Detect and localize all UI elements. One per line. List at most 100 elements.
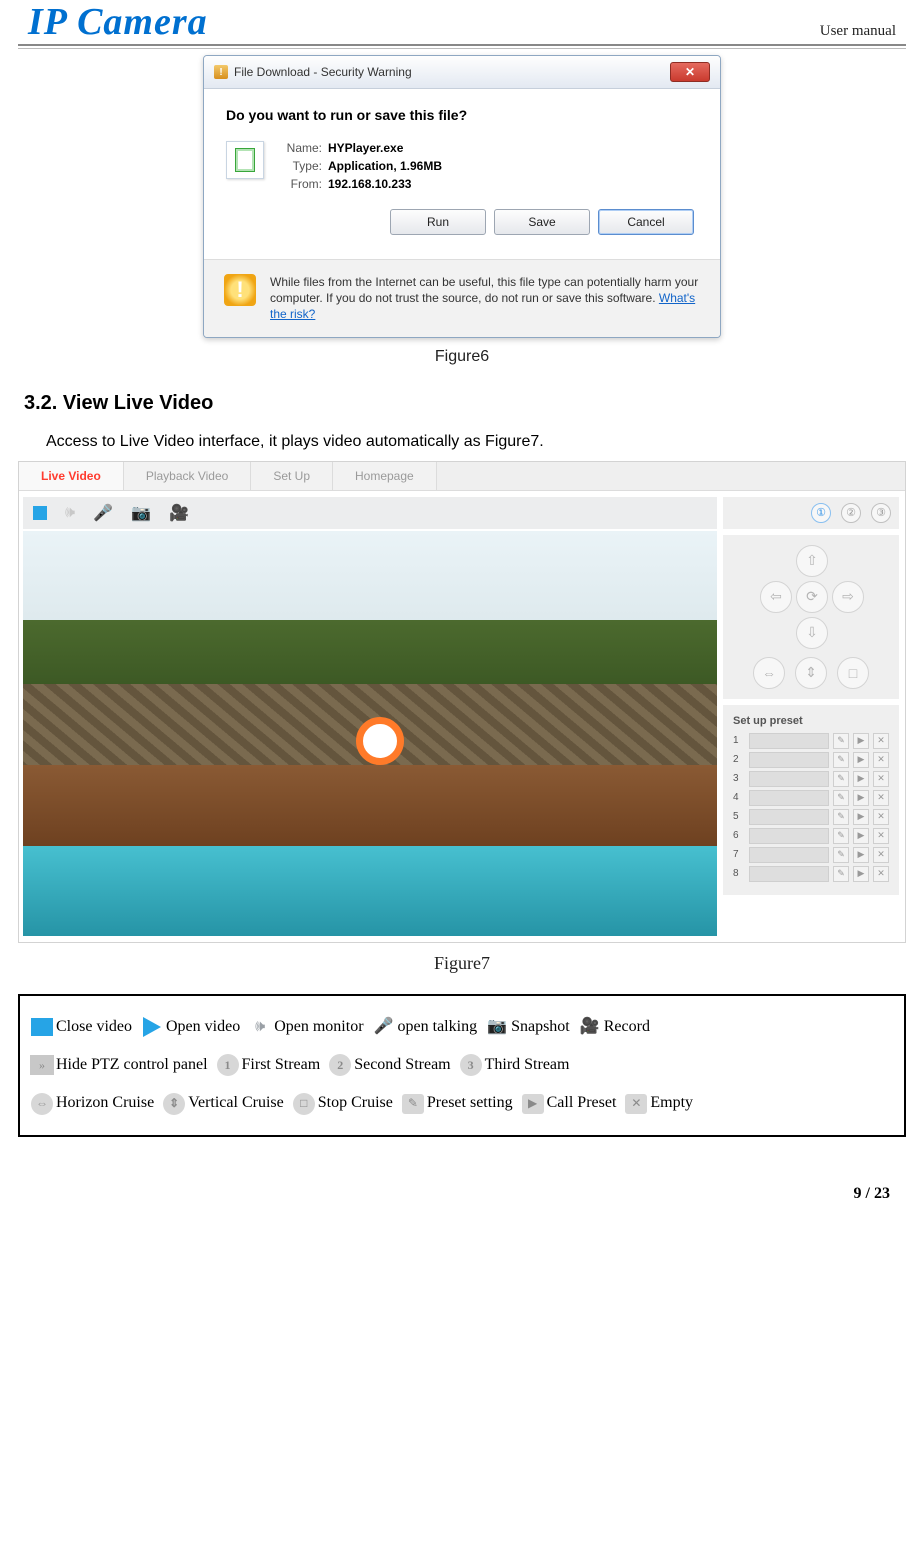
type-label: Type: bbox=[274, 159, 322, 173]
legend-vertical-cruise: Vertical Cruise bbox=[188, 1084, 284, 1122]
preset-num: 8 bbox=[733, 868, 745, 879]
preset-set-icon[interactable]: ✎ bbox=[833, 847, 849, 863]
preset-input[interactable] bbox=[749, 790, 829, 806]
preset-input[interactable] bbox=[749, 809, 829, 825]
preset-input[interactable] bbox=[749, 752, 829, 768]
legend-close-video: Close video bbox=[56, 1008, 132, 1046]
preset-call-icon[interactable]: ▶ bbox=[853, 828, 869, 844]
legend-open-talking: open talking bbox=[398, 1008, 478, 1046]
snapshot-icon: 📷 bbox=[485, 1016, 509, 1038]
preset-set-icon[interactable]: ✎ bbox=[833, 828, 849, 844]
dialog-question: Do you want to run or save this file? bbox=[226, 107, 698, 123]
legend-record: Record bbox=[604, 1008, 650, 1046]
camera-icon[interactable]: 📷 bbox=[131, 503, 151, 523]
preset-input[interactable] bbox=[749, 847, 829, 863]
preset-input[interactable] bbox=[749, 733, 829, 749]
stream-1-button[interactable]: ① bbox=[811, 503, 831, 523]
ptz-down-button[interactable]: ⇩ bbox=[796, 617, 828, 649]
preset-set-icon[interactable]: ✎ bbox=[833, 790, 849, 806]
preset-set-icon[interactable]: ✎ bbox=[833, 733, 849, 749]
legend-open-video: Open video bbox=[166, 1008, 240, 1046]
preset-clear-icon[interactable]: ✕ bbox=[873, 866, 889, 882]
preset-input[interactable] bbox=[749, 866, 829, 882]
preset-call-icon[interactable]: ▶ bbox=[853, 733, 869, 749]
preset-setting-icon: ✎ bbox=[402, 1094, 424, 1114]
tab-playback-video[interactable]: Playback Video bbox=[124, 462, 252, 490]
preset-call-icon[interactable]: ▶ bbox=[853, 790, 869, 806]
legend-snapshot: Snapshot bbox=[511, 1008, 570, 1046]
legend-call-preset: Call Preset bbox=[547, 1084, 617, 1122]
ptz-right-button[interactable]: ⇨ bbox=[832, 581, 864, 613]
preset-num: 5 bbox=[733, 811, 745, 822]
preset-set-icon[interactable]: ✎ bbox=[833, 752, 849, 768]
preset-set-icon[interactable]: ✎ bbox=[833, 809, 849, 825]
file-icon bbox=[226, 141, 264, 179]
from-value: 192.168.10.233 bbox=[328, 177, 411, 191]
stop-cruise-button[interactable]: □ bbox=[837, 657, 869, 689]
ptz-up-button[interactable]: ⇧ bbox=[796, 545, 828, 577]
preset-call-icon[interactable]: ▶ bbox=[853, 847, 869, 863]
preset-num: 1 bbox=[733, 735, 745, 746]
legend-empty: Empty bbox=[650, 1084, 693, 1122]
legend-stop-cruise: Stop Cruise bbox=[318, 1084, 393, 1122]
preset-clear-icon[interactable]: ✕ bbox=[873, 733, 889, 749]
close-icon: ✕ bbox=[685, 65, 695, 79]
figure6-caption: Figure6 bbox=[18, 348, 906, 366]
stop-icon[interactable] bbox=[33, 506, 47, 520]
header-right: User manual bbox=[820, 23, 896, 44]
name-label: Name: bbox=[274, 141, 322, 155]
legend-open-monitor: Open monitor bbox=[274, 1008, 363, 1046]
preset-call-icon[interactable]: ▶ bbox=[853, 771, 869, 787]
preset-call-icon[interactable]: ▶ bbox=[853, 809, 869, 825]
intro-text: Access to Live Video interface, it plays… bbox=[46, 433, 906, 451]
stream-3-button[interactable]: ③ bbox=[871, 503, 891, 523]
preset-clear-icon[interactable]: ✕ bbox=[873, 828, 889, 844]
legend-first-stream: First Stream bbox=[242, 1046, 321, 1084]
preset-set-icon[interactable]: ✎ bbox=[833, 866, 849, 882]
tab-homepage[interactable]: Homepage bbox=[333, 462, 437, 490]
tab-live-video[interactable]: Live Video bbox=[19, 462, 124, 490]
name-value: HYPlayer.exe bbox=[328, 141, 403, 155]
type-value: Application, 1.96MB bbox=[328, 159, 442, 173]
mic-icon[interactable]: 🎤 bbox=[93, 503, 113, 523]
preset-call-icon[interactable]: ▶ bbox=[853, 866, 869, 882]
run-button[interactable]: Run bbox=[390, 209, 486, 235]
preset-call-icon[interactable]: ▶ bbox=[853, 752, 869, 768]
preset-set-icon[interactable]: ✎ bbox=[833, 771, 849, 787]
legend-box: Close video Open video 🕪Open monitor 🎤op… bbox=[18, 994, 906, 1137]
third-stream-icon: 3 bbox=[460, 1054, 482, 1076]
horizon-cruise-button[interactable]: ⇔ bbox=[753, 657, 785, 689]
live-video-interface: Live Video Playback Video Set Up Homepag… bbox=[18, 461, 906, 943]
preset-input[interactable] bbox=[749, 771, 829, 787]
preset-num: 4 bbox=[733, 792, 745, 803]
preset-clear-icon[interactable]: ✕ bbox=[873, 790, 889, 806]
preset-input[interactable] bbox=[749, 828, 829, 844]
ptz-left-button[interactable]: ⇦ bbox=[760, 581, 792, 613]
close-button[interactable]: ✕ bbox=[670, 62, 710, 82]
lifesaver-icon bbox=[356, 717, 404, 765]
second-stream-icon: 2 bbox=[329, 1054, 351, 1076]
record-icon[interactable]: 🎥 bbox=[169, 503, 189, 523]
preset-clear-icon[interactable]: ✕ bbox=[873, 809, 889, 825]
open-video-icon bbox=[143, 1017, 161, 1037]
stream-2-button[interactable]: ② bbox=[841, 503, 861, 523]
page-number: 9 / 23 bbox=[0, 1137, 924, 1221]
speaker-icon[interactable]: 🕪 bbox=[65, 504, 75, 522]
first-stream-icon: 1 bbox=[217, 1054, 239, 1076]
preset-num: 3 bbox=[733, 773, 745, 784]
preset-clear-icon[interactable]: ✕ bbox=[873, 752, 889, 768]
preset-clear-icon[interactable]: ✕ bbox=[873, 771, 889, 787]
close-video-icon bbox=[31, 1018, 53, 1036]
vertical-cruise-button[interactable]: ⇕ bbox=[795, 657, 827, 689]
hide-ptz-icon: » bbox=[30, 1055, 54, 1075]
warning-icon: ! bbox=[224, 274, 256, 306]
ptz-center-button[interactable]: ⟳ bbox=[796, 581, 828, 613]
stop-cruise-icon: □ bbox=[293, 1093, 315, 1115]
empty-preset-icon: ✕ bbox=[625, 1094, 647, 1114]
preset-title: Set up preset bbox=[733, 715, 889, 727]
dialog-title: File Download - Security Warning bbox=[234, 65, 412, 79]
cancel-button[interactable]: Cancel bbox=[598, 209, 694, 235]
save-button[interactable]: Save bbox=[494, 209, 590, 235]
tab-set-up[interactable]: Set Up bbox=[251, 462, 333, 490]
preset-clear-icon[interactable]: ✕ bbox=[873, 847, 889, 863]
